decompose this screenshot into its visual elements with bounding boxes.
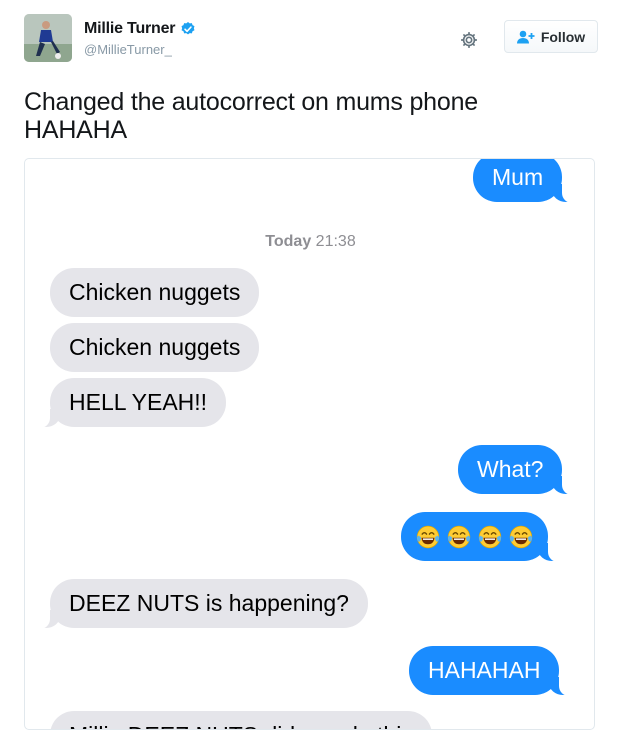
message-text: DEEZ NUTS is happening?	[69, 590, 349, 616]
incoming-message-partial: Millie DEEZ NUTS did you do this	[50, 711, 432, 729]
incoming-message: HELL YEAH!!	[35, 378, 227, 428]
outgoing-emoji-message	[401, 512, 562, 562]
face-with-tears-of-joy-icon	[416, 525, 440, 548]
outgoing-message: What?	[458, 445, 578, 495]
avatar[interactable]	[24, 14, 72, 62]
contact-name-text: Mum	[492, 164, 544, 190]
tweet-header: Millie Turner @MillieTurner_ Follow	[24, 14, 599, 70]
message-text: What?	[477, 456, 544, 482]
incoming-message: Chicken nuggets	[50, 323, 260, 372]
message-text: Chicken nuggets	[69, 279, 241, 305]
incoming-message: Chicken nuggets	[50, 268, 260, 317]
author-block: Millie Turner @MillieTurner_	[84, 20, 196, 57]
message-text: HELL YEAH!!	[69, 389, 208, 415]
avatar-photo	[24, 14, 72, 62]
gear-icon[interactable]	[459, 30, 479, 50]
author-handle[interactable]: @MillieTurner_	[84, 42, 196, 57]
message-text: HAHAHAH	[428, 657, 541, 683]
follow-label: Follow	[540, 28, 586, 45]
message-text: Chicken nuggets	[69, 334, 241, 360]
follow-user-icon	[516, 30, 535, 43]
timestamp-day: Today	[265, 233, 312, 250]
follow-button[interactable]: Follow	[504, 20, 598, 53]
timestamp-time: 21:38	[315, 233, 356, 250]
tweet-text: Changed the autocorrect on mums phone HA…	[24, 88, 479, 144]
face-with-tears-of-joy-icon	[478, 525, 502, 548]
author-name[interactable]: Millie Turner	[84, 20, 176, 38]
verified-badge-icon	[181, 22, 195, 35]
tweet-media-screenshot[interactable]: Mum Today 21:38 Chicken nuggets Chicken …	[24, 158, 595, 730]
contact-name-bubble: Mum	[473, 159, 577, 203]
outgoing-message: HAHAHAH	[409, 646, 574, 696]
face-with-tears-of-joy-icon	[509, 525, 533, 548]
incoming-message: DEEZ NUTS is happening?	[36, 579, 368, 629]
face-with-tears-of-joy-icon	[447, 525, 471, 548]
emoji-row	[415, 512, 534, 561]
message-timestamp: Today 21:38	[25, 233, 594, 251]
message-text: Millie DEEZ NUTS did you do this	[69, 722, 413, 729]
